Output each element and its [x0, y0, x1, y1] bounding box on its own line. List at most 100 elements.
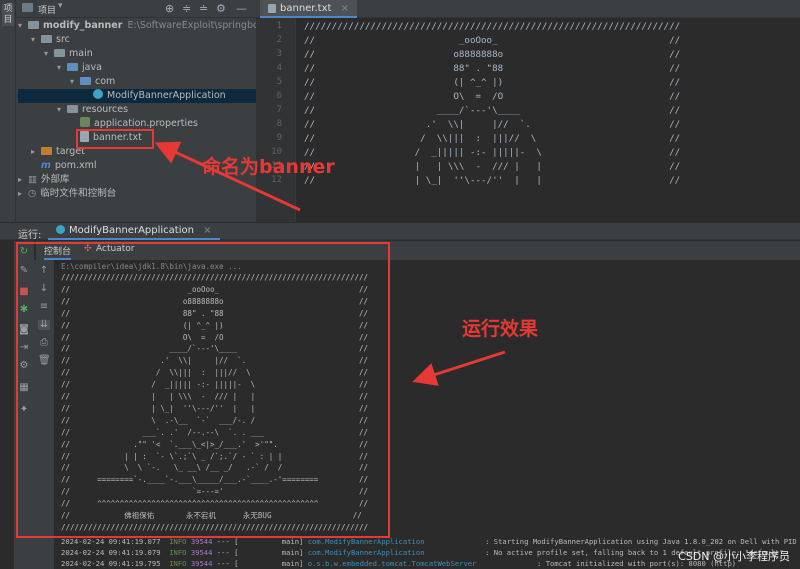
code-line: // | \_| ''\---/'' | | //: [304, 175, 681, 186]
tree-item[interactable]: ▾ modify_banner E:\SoftwareExploit\springb…: [18, 19, 283, 33]
code-line: // / \\||| : |||// \ //: [304, 133, 681, 144]
log-line: 2024-02-24 09:41:19.795 INFO 39544 --- […: [61, 559, 737, 568]
chevron-down-icon[interactable]: ▾: [18, 19, 28, 33]
code-line: ////////////////////////////////////////…: [304, 21, 681, 32]
code-line: // O\ = /O //: [304, 91, 681, 102]
log-logger: com.ModifyBannerApplication: [307, 548, 425, 557]
folder-icon: [41, 35, 52, 43]
properties-icon: [80, 117, 90, 127]
chevron-right-icon[interactable]: ▸: [31, 145, 41, 159]
log-level: INFO: [169, 548, 187, 557]
folder-icon: [41, 147, 52, 155]
folder-icon: [67, 63, 78, 71]
chevron-down-icon[interactable]: ▾: [57, 61, 67, 75]
code-line: // / _||||| -:- |||||- \ //: [304, 147, 681, 158]
log-thread: main: [281, 559, 300, 568]
tab-label: banner.txt: [280, 3, 332, 14]
scratch-icon: ◷: [28, 188, 37, 199]
code-line: // 88" . "88 //: [304, 63, 681, 74]
project-panel-title[interactable]: 项目: [38, 3, 56, 16]
code-line: // | | \\\ - /// | | //: [304, 161, 681, 172]
locate-icon[interactable]: ⊕: [165, 2, 174, 15]
close-icon[interactable]: ×: [341, 3, 349, 14]
log-pid: 39544: [190, 559, 213, 568]
log-level: INFO: [169, 537, 187, 546]
collapse-all-icon[interactable]: ≐: [199, 2, 208, 15]
tree-item-label: src: [56, 34, 70, 45]
folder-icon: [54, 49, 65, 57]
tree-item-label: 临时文件和控制台: [40, 188, 117, 199]
tab-banner-txt[interactable]: banner.txt ×: [260, 0, 358, 18]
code-line: // o8888888o //: [304, 49, 681, 60]
log-line: 2024-02-24 09:41:19.079 INFO 39544 --- […: [61, 548, 784, 557]
line-number: 1: [276, 21, 282, 31]
tree-item-label: com: [95, 76, 116, 87]
folder-icon: [67, 105, 78, 113]
annotation-effect: 运行效果: [462, 318, 539, 340]
class-icon: [93, 89, 103, 99]
tree-item[interactable]: ▾ java: [18, 61, 256, 75]
tree-item-label: modify_banner: [43, 20, 123, 31]
text-file-icon: [268, 4, 276, 13]
tree-item[interactable]: ▸ ◷ 临时文件和控制台: [18, 187, 256, 201]
gear-icon[interactable]: ⚙: [216, 2, 226, 15]
highlight-box-run: [16, 242, 390, 538]
chevron-right-icon[interactable]: ▸: [18, 173, 28, 187]
line-number-gutter: 1 2 3 4 5 6 7 8 9 10 11 12: [256, 18, 296, 222]
chevron-down-icon[interactable]: ▾: [44, 47, 54, 61]
maven-icon: m: [41, 160, 51, 171]
tree-item-label: java: [82, 62, 102, 73]
tool-window-strip: [0, 0, 16, 222]
log-pid: 39544: [190, 548, 213, 557]
hide-icon[interactable]: —: [236, 2, 247, 15]
spring-app-icon: [56, 225, 65, 234]
tree-item[interactable]: ▾ com: [18, 75, 256, 89]
line-number: 6: [276, 91, 282, 101]
folder-icon: [28, 21, 39, 29]
line-number: 4: [276, 63, 282, 73]
tree-item-label: application.properties: [94, 118, 198, 129]
chevron-right-icon[interactable]: ▸: [18, 187, 28, 201]
line-number: 8: [276, 119, 282, 129]
annotation-rename: 命名为banner: [202, 156, 335, 178]
tree-item[interactable]: ▾ src: [18, 33, 256, 47]
log-time: 2024-02-24 09:41:19.077: [61, 537, 161, 546]
tree-item-label: resources: [82, 104, 129, 115]
code-line: // (| ^_^ |) //: [304, 77, 681, 88]
run-tab-label: ModifyBannerApplication: [69, 225, 194, 236]
project-tool-button[interactable]: 项目: [2, 4, 14, 26]
tree-item-label: pom.xml: [54, 160, 97, 171]
tree-item-label: ModifyBannerApplication: [107, 90, 226, 101]
log-time: 2024-02-24 09:41:19.795: [61, 559, 161, 568]
log-logger: o.s.b.w.embedded.tomcat.TomcatWebServer: [307, 559, 477, 568]
tree-item[interactable]: ModifyBannerApplication: [18, 89, 256, 103]
dropdown-icon[interactable]: ▾: [58, 1, 63, 11]
chevron-down-icon[interactable]: ▾: [31, 33, 41, 47]
log-logger: com.ModifyBannerApplication: [307, 537, 425, 546]
close-icon[interactable]: ×: [203, 225, 211, 236]
log-pid: 39544: [190, 537, 213, 546]
run-tab[interactable]: ModifyBannerApplication ×: [48, 222, 220, 240]
tree-item-label: 外部库: [40, 174, 70, 185]
folder-icon: [80, 77, 91, 85]
log-level: INFO: [169, 559, 187, 568]
chevron-down-icon[interactable]: ▾: [70, 75, 80, 89]
tree-item[interactable]: ▾ resources: [18, 103, 256, 117]
code-line: // _ooOoo_ //: [304, 35, 681, 46]
run-label: 运行:: [18, 230, 42, 241]
library-icon: ▥: [28, 174, 37, 185]
log-thread: main: [281, 548, 300, 557]
code-line: // .' \\| |// `. //: [304, 119, 681, 130]
expand-all-icon[interactable]: ≑: [182, 2, 191, 15]
project-panel-header: 项目 ▾ ⊕ ≑ ≐ ⚙ —: [16, 0, 256, 18]
tree-item-label: main: [69, 48, 93, 59]
project-view-icon: [22, 3, 33, 12]
watermark: CSDN @小小李程序员: [678, 550, 790, 563]
log-msg: : Starting ModifyBannerApplication using…: [485, 537, 800, 546]
line-number: 5: [276, 77, 282, 87]
line-number: 3: [276, 49, 282, 59]
highlight-box-banner: [76, 129, 154, 149]
tree-item[interactable]: ▾ main: [18, 47, 256, 61]
line-number: 9: [276, 133, 282, 143]
chevron-down-icon[interactable]: ▾: [57, 103, 67, 117]
